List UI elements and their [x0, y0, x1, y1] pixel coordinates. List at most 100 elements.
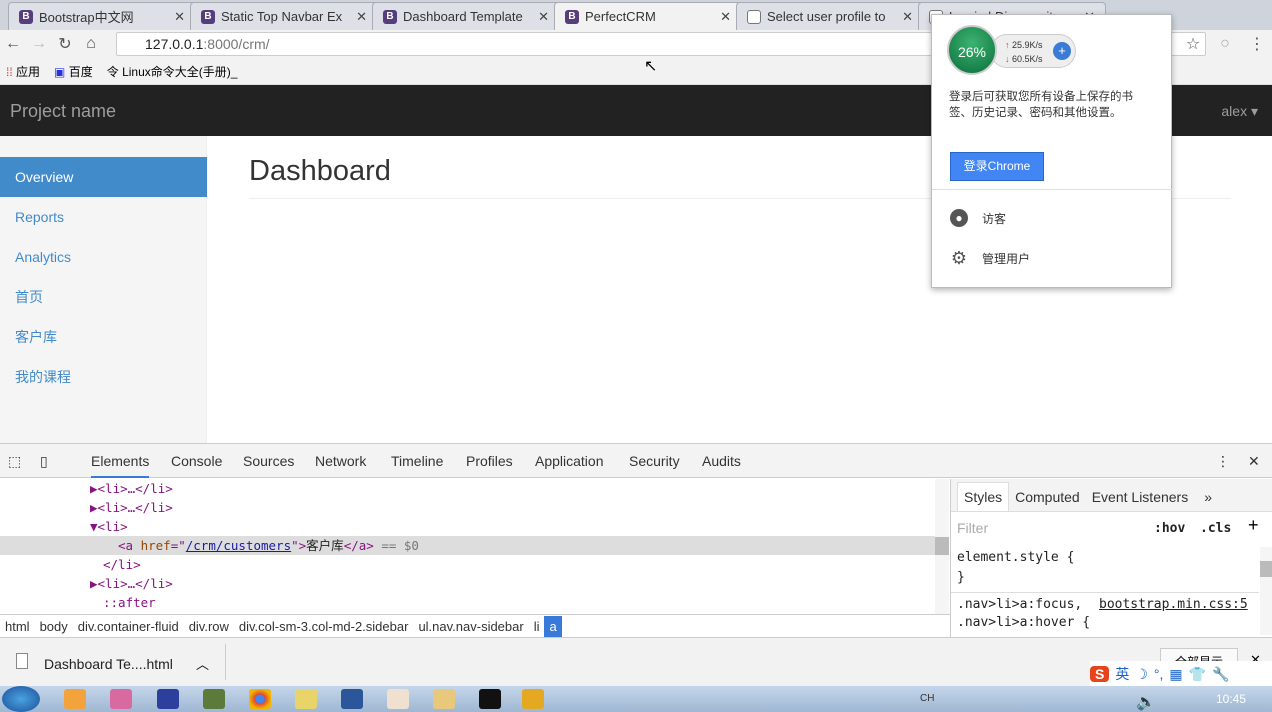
download-item[interactable]: Dashboard Te....html: [44, 656, 173, 672]
tab-profiles[interactable]: Profiles: [466, 453, 513, 469]
more-tabs-icon[interactable]: »: [1194, 483, 1222, 511]
keyboard-icon[interactable]: ▦: [1169, 666, 1182, 683]
crumb[interactable]: div.container-fluid: [73, 616, 184, 638]
moon-icon[interactable]: ☽: [1135, 666, 1148, 683]
explorer-icon[interactable]: [433, 689, 455, 709]
sidebar-item-reports[interactable]: Reports: [0, 197, 207, 237]
app-icon[interactable]: [64, 689, 86, 709]
dom-node[interactable]: ▼<li>: [90, 517, 128, 536]
dom-node[interactable]: </li>: [103, 555, 141, 574]
tab-elements[interactable]: Elements: [91, 453, 150, 478]
app-icon[interactable]: [110, 689, 132, 709]
tab-sources[interactable]: Sources: [243, 453, 294, 469]
forward-icon[interactable]: →: [26, 35, 52, 53]
save-icon[interactable]: [157, 689, 179, 709]
clock[interactable]: 10:45: [1216, 692, 1246, 706]
app-icon[interactable]: [522, 689, 544, 709]
notepad-icon[interactable]: [295, 689, 317, 709]
tab-event-listeners[interactable]: Event Listeners: [1086, 483, 1195, 511]
bookmark-linux[interactable]: 令 Linux命令大全(手册)_: [107, 63, 238, 80]
close-icon[interactable]: ✕: [538, 9, 549, 25]
tab-application[interactable]: Application: [535, 453, 604, 469]
close-devtools-icon[interactable]: ✕: [1248, 453, 1260, 470]
ime-mode[interactable]: 英: [1115, 664, 1129, 684]
tools-icon[interactable]: 🔧: [1212, 666, 1229, 683]
reload-icon[interactable]: ↻: [52, 34, 78, 54]
sidebar-item-overview[interactable]: Overview: [0, 157, 207, 197]
chrome-icon[interactable]: [249, 689, 271, 709]
tab-network[interactable]: Network: [315, 453, 366, 469]
word-icon[interactable]: [341, 689, 363, 709]
scrollbar[interactable]: [935, 479, 949, 614]
close-icon[interactable]: ✕: [902, 9, 913, 25]
crumb[interactable]: ul.nav.nav-sidebar: [413, 616, 528, 638]
crumb[interactable]: body: [35, 616, 73, 638]
dom-node-selected[interactable]: <a href="/crm/customers">客户库</a> == $0: [0, 536, 935, 555]
menu-icon[interactable]: ⋮: [1244, 34, 1270, 54]
tab-styles[interactable]: Styles: [957, 482, 1010, 511]
volume-icon[interactable]: 🔈: [1136, 692, 1156, 712]
tab-select-user-profile[interactable]: Select user profile to ✕: [736, 2, 924, 30]
crumb[interactable]: li: [529, 616, 545, 638]
close-icon[interactable]: ✕: [356, 9, 367, 25]
punct-icon[interactable]: °,: [1154, 666, 1164, 682]
pycharm-icon[interactable]: [479, 689, 501, 709]
language-indicator[interactable]: CH: [920, 693, 934, 704]
crumb-current[interactable]: a: [544, 615, 562, 638]
more-icon[interactable]: ⋮: [1216, 453, 1230, 470]
dom-node[interactable]: ▶<li>…</li>: [90, 574, 173, 593]
tab-audits[interactable]: Audits: [702, 453, 741, 469]
cls-toggle[interactable]: .cls: [1200, 521, 1231, 536]
tab-console[interactable]: Console: [171, 453, 222, 469]
styles-filter-input[interactable]: Filter: [957, 520, 988, 536]
tab-perfectcrm[interactable]: B PerfectCRM ✕: [554, 2, 742, 30]
hov-toggle[interactable]: :hov: [1154, 521, 1185, 536]
dom-node[interactable]: ▶<li>…</li>: [90, 479, 173, 498]
menu-item-manage-users[interactable]: ⚙ 管理用户: [950, 249, 1030, 267]
style-source-link[interactable]: bootstrap.min.css:5: [1099, 597, 1248, 612]
bookmark-baidu[interactable]: ▣ 百度: [54, 63, 93, 80]
user-dropdown[interactable]: alex ▾: [1221, 103, 1258, 120]
tab-bootstrap-cn[interactable]: B Bootstrap中文网 ✕: [8, 2, 196, 30]
ime-toolbar: S 英 ☽ °, ▦ 👕 🔧: [1090, 661, 1272, 687]
home-icon[interactable]: ⌂: [78, 35, 104, 53]
start-button[interactable]: [2, 686, 40, 712]
back-icon[interactable]: ←: [0, 35, 26, 53]
sidebar-item-analytics[interactable]: Analytics: [0, 237, 207, 277]
app-icon[interactable]: [387, 689, 409, 709]
sidebar-item-my-courses[interactable]: 我的课程: [0, 357, 207, 397]
close-icon[interactable]: ✕: [174, 9, 185, 25]
attr-value[interactable]: /crm/customers: [186, 538, 291, 553]
inspect-icon[interactable]: ⬚: [8, 453, 21, 470]
navbar-brand[interactable]: Project name: [10, 101, 116, 122]
sogou-icon[interactable]: S: [1090, 666, 1110, 682]
speed-widget[interactable]: ↑ 25.9K/s ↓ 60.5K/s +: [990, 34, 1076, 68]
sidebar-item-customers[interactable]: 客户库: [0, 317, 207, 357]
plus-icon[interactable]: +: [1053, 42, 1071, 60]
scrollbar-thumb[interactable]: [935, 537, 949, 555]
signin-chrome-button[interactable]: 登录Chrome: [950, 152, 1044, 181]
tab-static-navbar[interactable]: B Static Top Navbar Ex ✕: [190, 2, 378, 30]
app-icon[interactable]: [203, 689, 225, 709]
tab-computed[interactable]: Computed: [1009, 483, 1086, 511]
crumb[interactable]: div.row: [184, 616, 234, 638]
menu-item-guest[interactable]: ● 访客: [950, 209, 1006, 227]
star-icon[interactable]: ☆: [1180, 34, 1206, 54]
add-rule-icon[interactable]: +: [1248, 515, 1259, 536]
dom-node[interactable]: ::after: [103, 593, 156, 612]
scrollbar[interactable]: [1260, 547, 1272, 635]
bookmark-apps[interactable]: ⁞⁞ 应用: [6, 63, 40, 80]
device-toggle-icon[interactable]: ▯: [40, 453, 48, 470]
dom-node[interactable]: ▶<li>…</li>: [90, 498, 173, 517]
crumb[interactable]: div.col-sm-3.col-md-2.sidebar: [234, 616, 414, 638]
tab-dashboard-template[interactable]: B Dashboard Template ✕: [372, 2, 560, 30]
sidebar-item-home[interactable]: 首页: [0, 277, 207, 317]
memory-ball[interactable]: 26%: [947, 25, 997, 75]
crumb[interactable]: html: [0, 616, 35, 638]
chevron-up-icon[interactable]: ︿: [196, 654, 209, 673]
skin-icon[interactable]: 👕: [1189, 666, 1206, 683]
tab-security[interactable]: Security: [629, 453, 680, 469]
extension-icon[interactable]: ○: [1212, 35, 1238, 53]
close-icon[interactable]: ✕: [720, 9, 731, 25]
tab-timeline[interactable]: Timeline: [391, 453, 443, 469]
